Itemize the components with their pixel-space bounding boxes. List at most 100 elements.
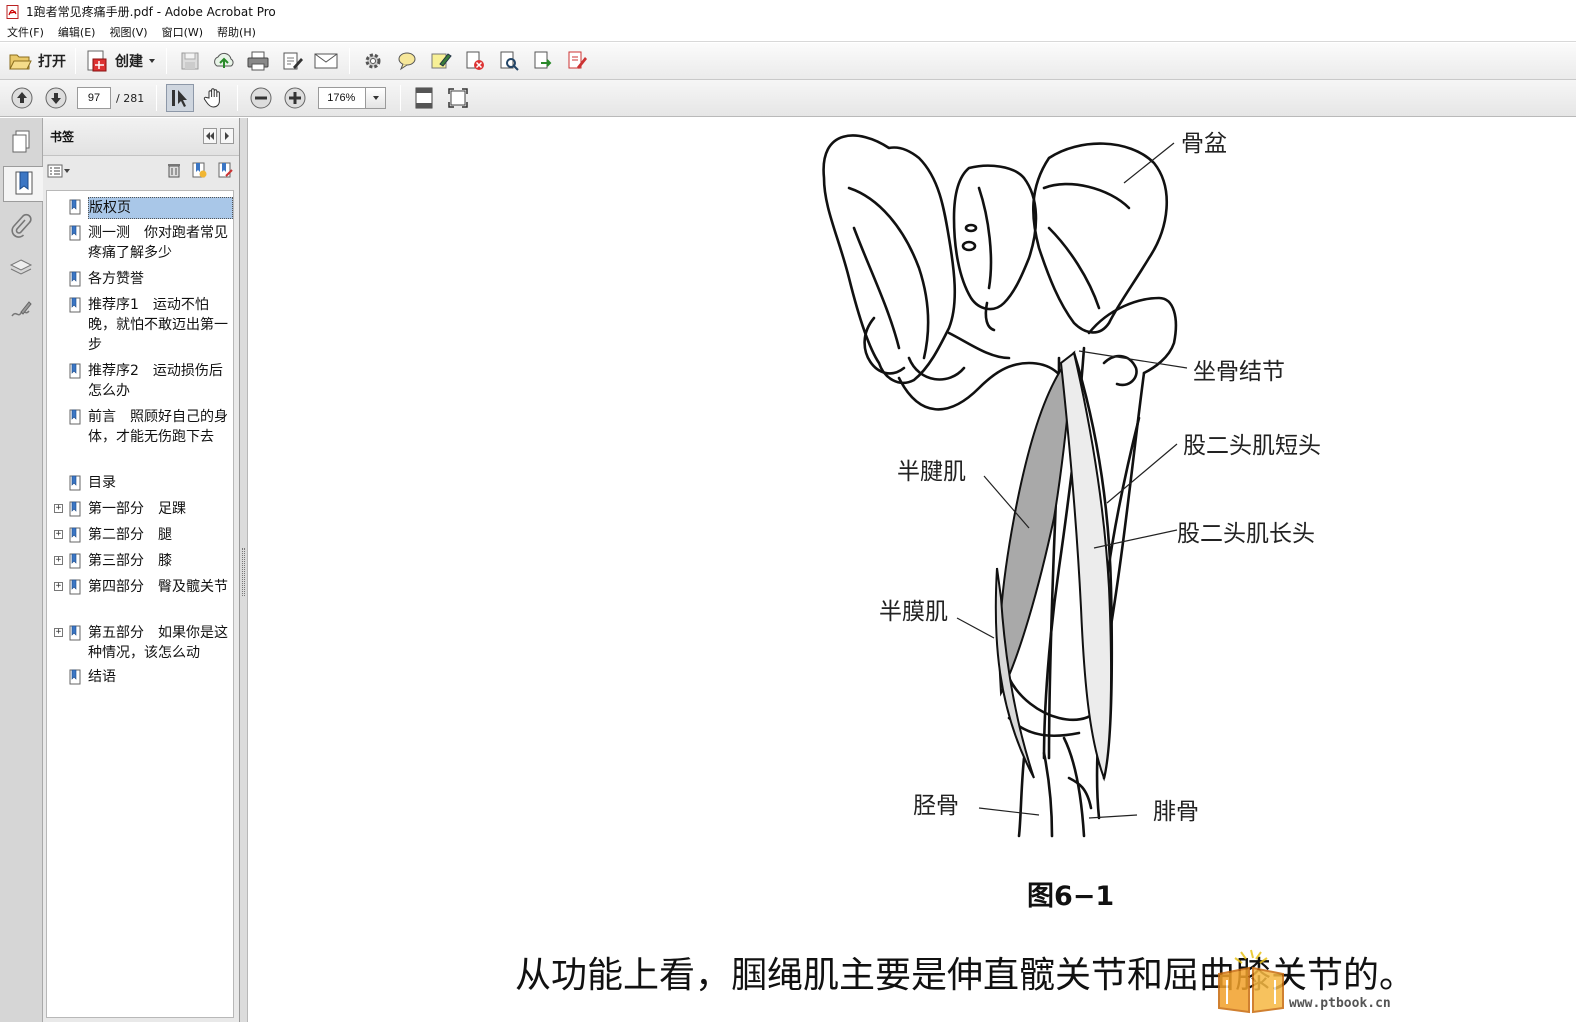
menu-view[interactable]: 视图(V) bbox=[102, 24, 154, 40]
menu-edit[interactable]: 编辑(E) bbox=[51, 24, 103, 40]
bookmark-icon bbox=[69, 297, 81, 313]
pdf-file-icon bbox=[6, 4, 19, 19]
expand-toggle-icon[interactable]: + bbox=[54, 628, 63, 637]
toolbar-divider bbox=[349, 48, 350, 74]
label-ischial-tuberosity: 坐骨结节 bbox=[1193, 359, 1285, 385]
highlighter-icon bbox=[431, 53, 452, 69]
layers-button[interactable] bbox=[3, 250, 39, 286]
fit-page-button[interactable] bbox=[410, 84, 438, 112]
label-semimembranosus: 半膜肌 bbox=[879, 599, 948, 625]
settings-button[interactable] bbox=[359, 47, 387, 75]
email-button[interactable] bbox=[312, 47, 340, 75]
navigation-toolbar: 97 / 281 176% bbox=[0, 80, 1576, 117]
save-button[interactable] bbox=[176, 47, 204, 75]
page-total: / 281 bbox=[116, 91, 145, 105]
open-button[interactable]: 打开 bbox=[8, 47, 66, 75]
panel-splitter[interactable] bbox=[240, 118, 248, 1022]
folder-open-icon bbox=[9, 54, 32, 70]
bookmark-label: 目录 bbox=[88, 475, 116, 491]
page-number-input[interactable]: 97 bbox=[77, 87, 111, 109]
collapse-panel-button[interactable] bbox=[203, 128, 217, 144]
panel-options-button[interactable] bbox=[220, 128, 234, 144]
label-semitendinosus: 半腱肌 bbox=[897, 459, 966, 485]
label-biceps-long-head: 股二头肌长头 bbox=[1177, 521, 1315, 547]
bookmarks-title: 书签 bbox=[50, 130, 75, 144]
chevron-down-icon bbox=[372, 96, 379, 100]
bookmark-label: 结语 bbox=[88, 669, 116, 685]
comment-bubble-icon bbox=[398, 52, 416, 71]
export-button[interactable] bbox=[529, 47, 557, 75]
select-tool-button[interactable] bbox=[166, 84, 195, 112]
expand-toggle-icon[interactable]: + bbox=[54, 530, 63, 539]
page-thumbnails-button[interactable] bbox=[3, 124, 39, 160]
minus-circle-icon bbox=[250, 87, 272, 109]
bookmark-icon bbox=[69, 579, 81, 595]
hand-icon bbox=[204, 88, 221, 108]
delete-pages-button[interactable] bbox=[461, 47, 489, 75]
double-chevron-left-icon bbox=[206, 132, 214, 140]
bookmark-label: 推荐序1 运动不怕晚，就怕不敢迈出第一步 bbox=[88, 297, 228, 353]
label-tibia: 胫骨 bbox=[913, 793, 959, 819]
edit-document-icon bbox=[283, 52, 303, 70]
zoom-level-input[interactable]: 176% bbox=[318, 87, 367, 109]
save-icon bbox=[181, 52, 199, 70]
toolbar-divider bbox=[75, 48, 76, 74]
page-delete-icon bbox=[466, 51, 484, 70]
expand-toggle-icon[interactable]: + bbox=[54, 556, 63, 565]
edit-text-button[interactable] bbox=[278, 47, 306, 75]
previous-page-button[interactable] bbox=[8, 84, 36, 112]
open-label: 打开 bbox=[38, 54, 66, 70]
window-title: 1跑者常见疼痛手册.pdf - Adobe Acrobat Pro bbox=[26, 5, 276, 19]
new-bookmark-icon[interactable] bbox=[191, 162, 207, 178]
print-button[interactable] bbox=[244, 47, 272, 75]
bookmark-label: 推荐序2 运动损伤后怎么办 bbox=[88, 363, 223, 399]
expand-toggle-icon[interactable]: + bbox=[54, 582, 63, 591]
zoom-dropdown[interactable] bbox=[366, 87, 387, 109]
zoom-in-button[interactable] bbox=[281, 84, 309, 112]
menu-window[interactable]: 窗口(W) bbox=[155, 24, 210, 40]
gear-icon bbox=[365, 53, 381, 69]
menu-file[interactable]: 文件(F) bbox=[0, 24, 51, 40]
navigation-pane-rail bbox=[0, 118, 43, 1022]
expand-icon bbox=[448, 88, 468, 108]
bookmarks-tab-button[interactable] bbox=[3, 166, 43, 202]
signature-pen-icon bbox=[11, 301, 32, 317]
splitter-grip[interactable] bbox=[242, 548, 245, 596]
document-view[interactable]: 骨盆 坐骨结节 股二头肌短头 股二头肌长头 半腱肌 半膜肌 胫骨 腓骨 图6−1… bbox=[249, 118, 1576, 1022]
sign-button[interactable] bbox=[563, 47, 591, 75]
bookmark-icon bbox=[69, 225, 81, 241]
layers-icon bbox=[9, 259, 33, 275]
bookmark-label: 第三部分 膝 bbox=[88, 553, 172, 569]
bookmark-icon bbox=[69, 527, 81, 543]
create-button[interactable]: 创建 bbox=[85, 47, 157, 75]
arrow-down-circle-icon bbox=[45, 87, 67, 109]
site-watermark-logo bbox=[1218, 949, 1284, 1014]
bookmark-icon bbox=[69, 271, 81, 287]
bookmark-icon bbox=[69, 625, 81, 641]
bookmark-label: 测一测 你对跑者常见疼痛了解多少 bbox=[88, 225, 228, 261]
figure-caption: 图6−1 bbox=[1027, 881, 1115, 912]
comment-button[interactable] bbox=[393, 47, 421, 75]
expand-toggle-icon[interactable]: + bbox=[54, 504, 63, 513]
hand-tool-button[interactable] bbox=[200, 84, 228, 112]
attachments-button[interactable] bbox=[3, 208, 39, 244]
bookmark-options-button[interactable] bbox=[47, 164, 71, 178]
toolbar-divider bbox=[237, 85, 239, 111]
toolbar-divider bbox=[156, 85, 158, 111]
trash-icon[interactable] bbox=[167, 162, 181, 178]
bookmark-label: 第五部分 如果你是这种情况，该怎么动 bbox=[88, 625, 228, 661]
upload-button[interactable] bbox=[210, 47, 238, 75]
bookmarks-toolbar bbox=[43, 156, 239, 186]
zoom-out-button[interactable] bbox=[247, 84, 275, 112]
bookmarks-tree: 版权页 测一测 你对跑者常见疼痛了解多少 各方赞誉 推荐序1 运动不怕晚，就怕不敢迈出… bbox=[46, 190, 234, 1018]
signatures-button[interactable] bbox=[3, 292, 39, 328]
bookmark-properties-icon[interactable] bbox=[217, 162, 233, 178]
next-page-button[interactable] bbox=[42, 84, 70, 112]
page-search-icon bbox=[500, 51, 519, 71]
cloud-upload-icon bbox=[214, 52, 234, 68]
full-screen-button[interactable] bbox=[444, 84, 472, 112]
find-button[interactable] bbox=[495, 47, 523, 75]
bookmark-icon bbox=[69, 475, 81, 491]
highlight-button[interactable] bbox=[427, 47, 455, 75]
menu-help[interactable]: 帮助(H) bbox=[210, 24, 263, 40]
